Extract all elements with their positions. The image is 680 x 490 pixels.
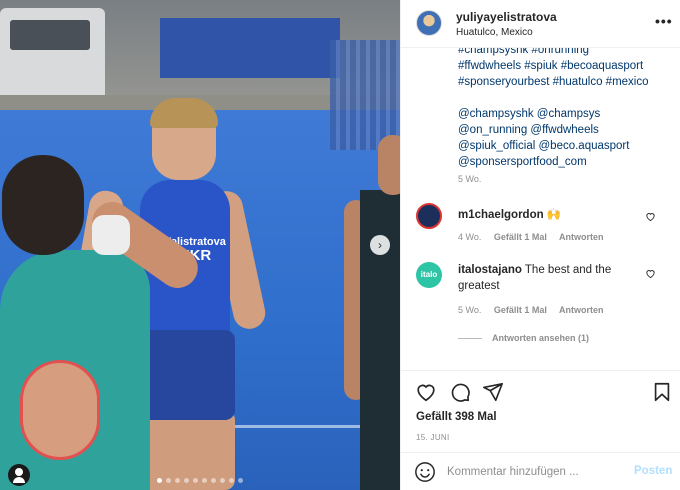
caption-line[interactable]: #sponseryourbest #huatulco #mexico <box>458 74 673 90</box>
comment-time[interactable]: 4 Wo. <box>458 232 481 242</box>
comment-username[interactable]: m1chaelgordon <box>458 209 544 221</box>
comment-body: m1chaelgordon 🙌 <box>458 207 643 223</box>
comment-composer: Posten <box>401 452 680 490</box>
avatar[interactable] <box>416 10 442 36</box>
reply-button[interactable]: Antworten <box>559 305 604 315</box>
reply-button[interactable]: Antworten <box>559 232 604 242</box>
carousel-dots <box>0 478 400 483</box>
carousel-dot[interactable] <box>220 478 225 483</box>
like-count[interactable]: Gefällt 398 Mal <box>416 411 497 423</box>
comment-time[interactable]: 5 Wo. <box>458 305 481 315</box>
photo-fence <box>330 40 400 150</box>
post-username[interactable]: yuliyayelistratova <box>456 10 557 24</box>
carousel-dot[interactable] <box>157 478 162 483</box>
chevron-right-icon[interactable]: › <box>370 235 390 255</box>
share-icon[interactable] <box>482 381 504 403</box>
post-header: yuliyayelistratova Huatulco, Mexico ••• <box>401 0 680 48</box>
comment-body: italostajano The best and the greatest <box>458 262 643 294</box>
heart-outline-icon[interactable] <box>645 268 656 279</box>
caption-line[interactable]: @sponsersportfood_com <box>458 154 673 170</box>
comment-likes[interactable]: Gefällt 1 Mal <box>494 305 547 315</box>
photo-van <box>0 8 105 103</box>
heart-icon[interactable] <box>415 381 437 403</box>
comment-likes[interactable]: Gefällt 1 Mal <box>494 232 547 242</box>
heart-outline-icon[interactable] <box>645 211 656 222</box>
caption-line[interactable]: @champsyshk @champsys <box>458 106 673 122</box>
emoji-icon[interactable] <box>414 461 436 483</box>
bookmark-icon[interactable] <box>651 381 673 403</box>
post-caption: #champsyshk #onrunning #ffwdwheels #spiu… <box>458 48 673 170</box>
right-athlete-head <box>378 135 400 195</box>
caption-line[interactable]: @on_running @ffwdwheels <box>458 122 673 138</box>
post-button[interactable]: Posten <box>634 465 672 477</box>
post-media[interactable]: Yelistratova UKR › <box>0 0 400 490</box>
towel <box>92 215 130 255</box>
caption-line <box>458 90 673 106</box>
carousel-dot[interactable] <box>229 478 234 483</box>
photo-banner <box>160 18 340 78</box>
caption-line[interactable]: #champsyshk #onrunning <box>458 48 673 58</box>
more-dots-icon[interactable]: ••• <box>655 13 673 29</box>
post-date[interactable]: 15. JUNI <box>416 433 450 442</box>
carousel-dot[interactable] <box>175 478 180 483</box>
post-sidebar: yuliyayelistratova Huatulco, Mexico ••• … <box>400 0 680 490</box>
comment-meta: 5 Wo. Gefällt 1 Mal Antworten <box>458 305 614 315</box>
caption-timestamp[interactable]: 5 Wo. <box>458 174 481 184</box>
left-athlete-back <box>20 360 100 460</box>
carousel-dot[interactable] <box>202 478 207 483</box>
avatar-label: italo <box>420 270 438 279</box>
carousel-dot[interactable] <box>184 478 189 483</box>
carousel-dot[interactable] <box>193 478 198 483</box>
comment-text: 🙌 <box>546 209 562 221</box>
comment-input[interactable] <box>447 462 627 482</box>
comment-username[interactable]: italostajano <box>458 264 522 276</box>
comments-feed[interactable]: #champsyshk #onrunning #ffwdwheels #spiu… <box>401 48 680 370</box>
left-athlete-head <box>2 155 84 255</box>
avatar[interactable] <box>416 203 442 229</box>
comment-icon[interactable] <box>449 381 471 403</box>
comment-meta: 4 Wo. Gefällt 1 Mal Antworten <box>458 232 614 242</box>
post-actions: Gefällt 398 Mal 15. JUNI <box>401 370 680 450</box>
caption-line[interactable]: #ffwdwheels #spiuk #becoaquasport <box>458 58 673 74</box>
caption-line[interactable]: @spiuk_official @beco.aquasport <box>458 138 673 154</box>
main-athlete-hair <box>150 98 218 128</box>
carousel-dot[interactable] <box>166 478 171 483</box>
view-replies-link[interactable]: Antworten ansehen (1) <box>458 333 589 343</box>
post-location[interactable]: Huatulco, Mexico <box>456 27 533 38</box>
avatar[interactable]: italo <box>416 262 442 288</box>
carousel-dot[interactable] <box>211 478 216 483</box>
carousel-dot[interactable] <box>238 478 243 483</box>
